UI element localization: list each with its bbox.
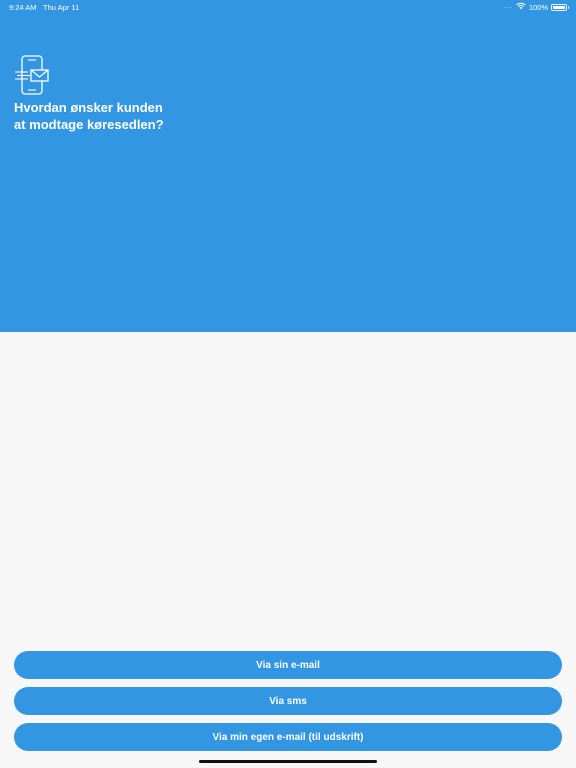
battery-percentage: 100% [528, 2, 548, 12]
home-indicator[interactable] [199, 760, 377, 763]
battery-level [553, 5, 565, 9]
cellular-signal-icon: .... [504, 4, 513, 10]
status-date: Thu Apr 11 [43, 3, 80, 12]
status-time: 9:24 AM [9, 3, 37, 12]
status-indicators: .... 100% [504, 2, 569, 12]
page-title-line1: Hvordan ønsker kunden [14, 100, 163, 115]
page-title: Hvordan ønsker kunden at modtage køresed… [14, 99, 274, 133]
page-title-line2: at modtage køresedlen? [14, 117, 164, 132]
via-sms-button[interactable]: Via sms [14, 687, 562, 715]
via-email-button[interactable]: Via sin e-mail [14, 651, 562, 679]
via-own-email-button[interactable]: Via min egen e-mail (til udskrift) [14, 723, 562, 751]
status-bar: 9:24 AM Thu Apr 11 .... 100% [0, 0, 576, 14]
wifi-icon [516, 2, 526, 12]
battery-icon [551, 3, 569, 11]
screen: 9:24 AM Thu Apr 11 .... 100% Hvordan øns… [0, 0, 576, 768]
phone-email-icon [14, 55, 52, 95]
header-panel: 9:24 AM Thu Apr 11 .... 100% Hvordan øns… [0, 0, 576, 332]
